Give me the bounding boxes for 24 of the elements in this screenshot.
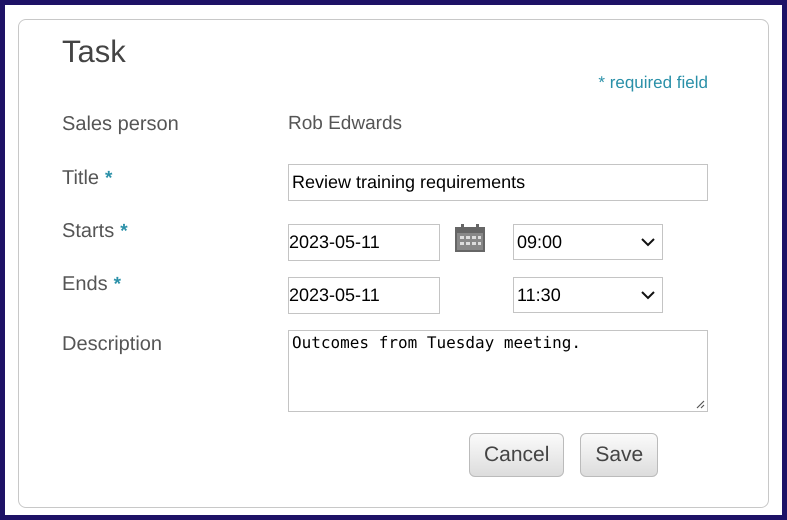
date-field[interactable]: 2023-05-11 bbox=[288, 224, 440, 261]
required-mark: * bbox=[105, 168, 112, 190]
time-select[interactable]: 11:30 bbox=[513, 277, 663, 313]
date-field[interactable]: 2023-05-11 bbox=[288, 277, 440, 314]
cancel-button[interactable]: Cancel bbox=[469, 433, 564, 477]
field-text: Outcomes from Tuesday meeting. bbox=[292, 333, 581, 352]
chevron-icon bbox=[641, 290, 655, 300]
field-value: Rob Edwards bbox=[288, 112, 402, 136]
field-label: Sales person bbox=[62, 112, 179, 136]
required-mark: * bbox=[114, 274, 121, 296]
resize-handle-icon[interactable] bbox=[695, 399, 705, 409]
field-label: Starts bbox=[62, 219, 114, 243]
calendar-icon[interactable] bbox=[455, 224, 485, 252]
save-button[interactable]: Save bbox=[580, 433, 658, 477]
field-label: Ends bbox=[62, 272, 108, 296]
chevron-icon bbox=[641, 238, 655, 246]
required-mark: * bbox=[120, 221, 128, 243]
required-note: * required field bbox=[598, 72, 708, 94]
time-select[interactable]: 09:00 bbox=[513, 224, 663, 260]
field-label: Description bbox=[62, 332, 162, 356]
form-title: Task bbox=[62, 34, 127, 70]
description-field[interactable]: Outcomes from Tuesday meeting. bbox=[288, 330, 708, 412]
field-label: Title bbox=[62, 166, 100, 190]
input-field[interactable]: Review training requirements bbox=[288, 164, 708, 201]
